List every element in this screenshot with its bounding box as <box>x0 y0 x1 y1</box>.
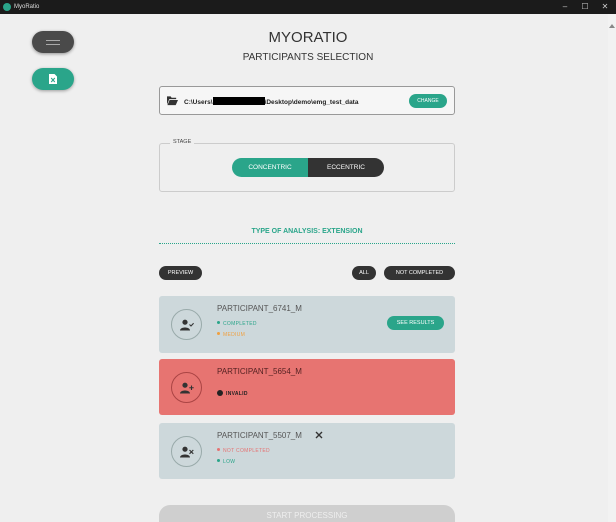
participant-name: PARTICIPANT_5507_M <box>217 431 302 440</box>
main-window: MYORATIO PARTICIPANTS SELECTION C:\Users… <box>0 14 608 522</box>
analysis-type-title: TYPE OF ANALYSIS: EXTENSION <box>251 228 363 235</box>
close-button[interactable]: ✕ <box>598 1 612 13</box>
exclude-participant-icon[interactable] <box>315 431 323 439</box>
folder-selector: C:\Users\ \Desktop\demo\emg_test_data CHA… <box>159 86 455 115</box>
participant-name: PARTICIPANT_5654_M <box>217 367 302 376</box>
app-logo-icon <box>3 3 11 11</box>
participant-card[interactable]: PARTICIPANT_6741_M COMPLETED MEDIUM SEE … <box>159 296 455 353</box>
page-title: PARTICIPANTS SELECTION <box>242 52 374 63</box>
folder-path-suffix: \Desktop\demo\emg_test_data <box>264 99 359 106</box>
scroll-up-icon[interactable] <box>609 24 615 28</box>
stage-option-eccentric[interactable]: ECCENTRIC <box>308 158 384 177</box>
analysis-divider <box>159 243 455 244</box>
avatar <box>171 436 202 467</box>
menu-button[interactable] <box>32 31 74 53</box>
status-completed: COMPLETED <box>217 321 257 327</box>
stage-option-concentric[interactable]: CONCENTRIC <box>232 158 308 177</box>
see-results-button[interactable]: SEE RESULTS <box>387 316 444 330</box>
redacted-username <box>212 97 265 105</box>
avatar <box>171 372 202 403</box>
user-check-icon <box>179 319 194 330</box>
folder-open-icon <box>167 96 178 106</box>
folder-path: C:\Users\ \Desktop\demo\emg_test_data <box>184 97 358 106</box>
quality-medium: MEDIUM <box>217 332 245 338</box>
folder-path-prefix: C:\Users\ <box>184 99 213 106</box>
user-remove-icon <box>179 446 194 457</box>
export-file-button[interactable] <box>32 68 74 90</box>
status-not-completed: NOT COMPLETED <box>217 448 270 454</box>
participant-name: PARTICIPANT_6741_M <box>217 304 302 313</box>
window-title: MyoRatio <box>14 4 40 10</box>
excel-file-icon <box>49 74 57 84</box>
status-invalid: INVALID <box>217 390 248 397</box>
filter-all-button[interactable]: ALL <box>352 266 376 280</box>
stage-toggle: CONCENTRIC ECCENTRIC <box>232 158 384 177</box>
participant-card[interactable]: PARTICIPANT_5507_M NOT COMPLETED LOW <box>159 423 455 479</box>
stage-fieldset: STAGE CONCENTRIC ECCENTRIC <box>159 139 455 192</box>
participant-card[interactable]: PARTICIPANT_5654_M INVALID <box>159 359 455 415</box>
quality-low: LOW <box>217 459 235 465</box>
stage-legend: STAGE <box>170 139 195 145</box>
avatar <box>171 309 202 340</box>
title-bar: MyoRatio – ☐ ✕ <box>0 0 616 14</box>
vertical-scrollbar[interactable] <box>608 14 616 522</box>
start-processing-button[interactable]: START PROCESSING <box>159 505 455 522</box>
change-folder-button[interactable]: CHANGE <box>409 94 447 108</box>
minimize-button[interactable]: – <box>558 1 572 13</box>
preview-button[interactable]: PREVIEW <box>159 266 202 280</box>
maximize-button[interactable]: ☐ <box>578 1 592 13</box>
user-add-icon <box>179 382 194 393</box>
filter-not-completed-button[interactable]: NOT COMPLETED <box>384 266 455 280</box>
app-name: MYORATIO <box>268 29 348 46</box>
menu-icon <box>46 39 60 45</box>
